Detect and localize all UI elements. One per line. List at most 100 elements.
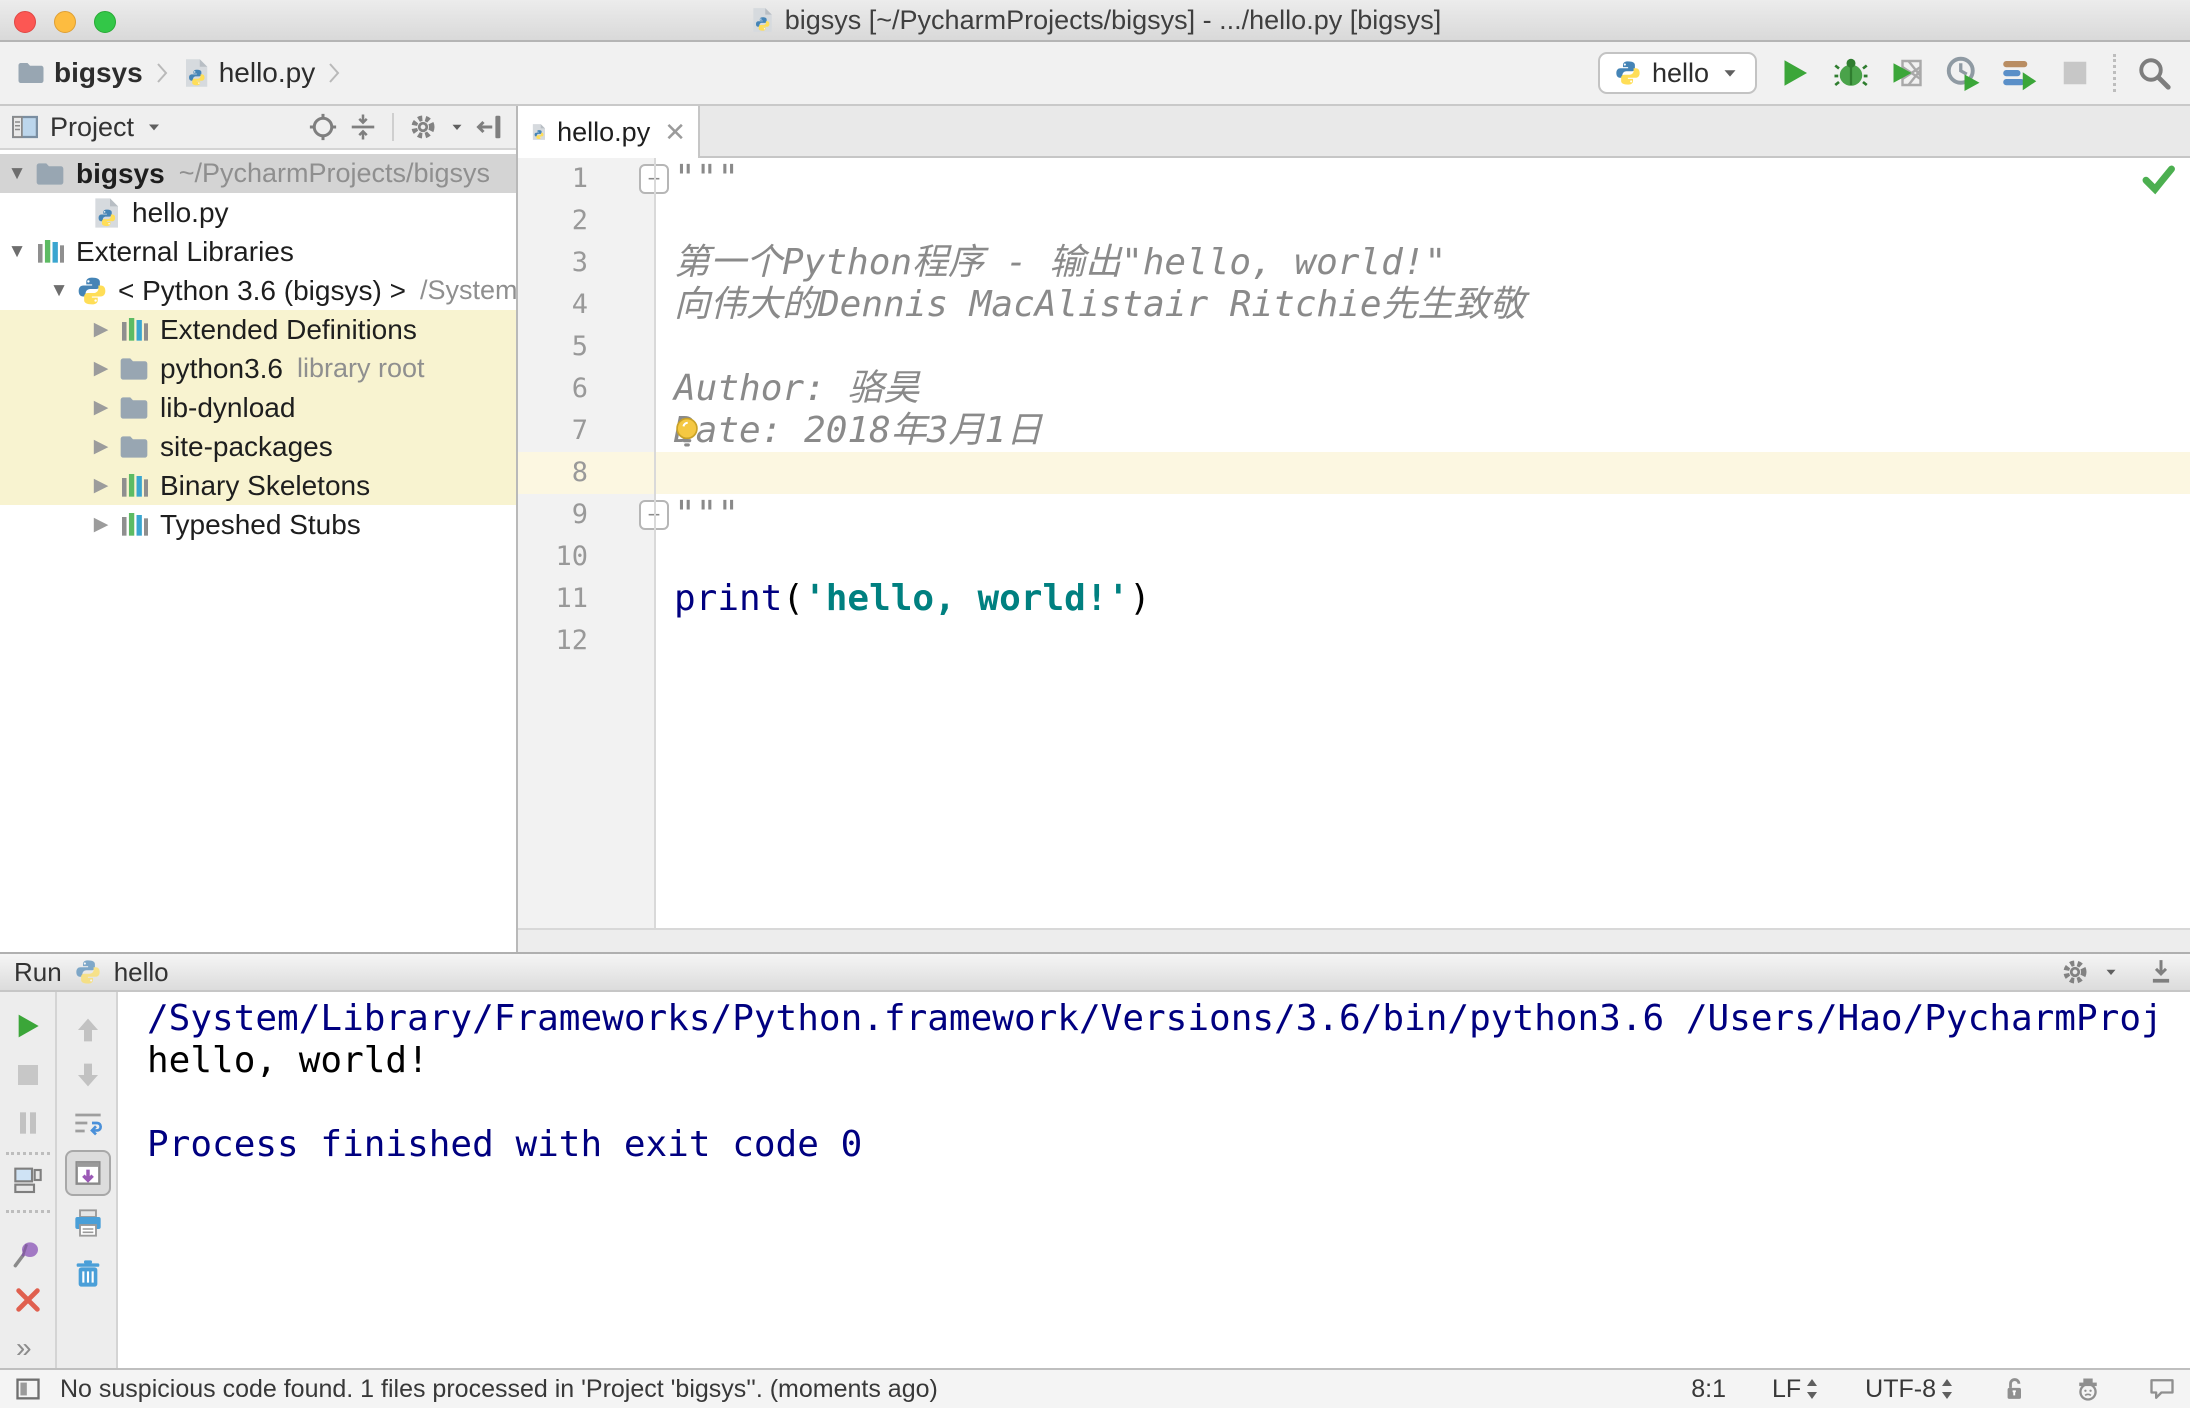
- code-line[interactable]: 12: [518, 620, 2190, 662]
- chevron-down-icon[interactable]: [144, 117, 164, 137]
- caret-position[interactable]: 8:1: [1691, 1375, 1726, 1404]
- minimize-window-button[interactable]: [54, 11, 76, 33]
- debug-button[interactable]: [1833, 55, 1869, 91]
- tree-item[interactable]: ▼ bigsys ~/PycharmProjects/bigsys: [0, 154, 516, 193]
- chevron-right-icon: [323, 56, 345, 90]
- run-with-coverage-button[interactable]: [1889, 55, 1925, 91]
- code-text: Date: 2018年3月1日: [674, 410, 1043, 451]
- tree-collapse-arrow[interactable]: ▶: [84, 357, 118, 380]
- print-button[interactable]: [72, 1207, 104, 1239]
- pin-tab-button[interactable]: [12, 1237, 44, 1269]
- project-panel-title[interactable]: Project: [50, 112, 134, 143]
- project-panel-header: Project: [0, 106, 516, 150]
- code-line[interactable]: 2: [518, 200, 2190, 242]
- tree-collapse-arrow[interactable]: ▶: [84, 318, 118, 341]
- tree-item[interactable]: ▼ < Python 3.6 (bigsys) > /System: [0, 271, 516, 310]
- run-panel-title[interactable]: Run: [14, 957, 62, 988]
- editor-content[interactable]: 1"""−23第一个Python程序 - 输出"hello, world!" 4 向…: [518, 158, 2190, 928]
- intention-bulb-icon[interactable]: [670, 414, 704, 450]
- settings-gear-button[interactable]: [408, 112, 438, 142]
- tree-expand-arrow[interactable]: ▼: [0, 241, 34, 263]
- toolbar-separator: [6, 1210, 50, 1213]
- more-options-button[interactable]: »: [16, 1332, 32, 1364]
- tree-item-label: bigsys: [76, 157, 165, 189]
- collapse-all-button[interactable]: [348, 112, 378, 142]
- restore-layout-button[interactable]: [12, 1164, 44, 1196]
- title-bar: bigsys [~/PycharmProjects/bigsys] - .../…: [0, 0, 2190, 42]
- stop-button: [2057, 55, 2093, 91]
- locate-file-button[interactable]: [308, 112, 338, 142]
- line-separator-select[interactable]: LF: [1772, 1375, 1819, 1404]
- library-icon: [118, 509, 150, 541]
- search-everywhere-button[interactable]: [2136, 55, 2172, 91]
- tree-item-hint: ~/PycharmProjects/bigsys: [178, 158, 491, 188]
- encoding-select[interactable]: UTF-8: [1865, 1375, 1954, 1404]
- highlighting-level-icon[interactable]: [2074, 1375, 2102, 1403]
- run-settings-gear-button[interactable]: [2060, 957, 2090, 987]
- window-controls: [14, 11, 116, 33]
- code-line[interactable]: 1"""−: [518, 158, 2190, 200]
- chevron-down-icon[interactable]: [2102, 963, 2120, 981]
- tree-item[interactable]: ▼ External Libraries: [0, 232, 516, 271]
- tree-item[interactable]: ▶ site-packages: [0, 427, 516, 466]
- concurrency-diagram-button[interactable]: [2001, 55, 2037, 91]
- close-panel-button[interactable]: [12, 1284, 44, 1316]
- code-text: 向伟大的Dennis MacAlistair Ritchie先生致敬: [674, 284, 1526, 325]
- gutter-divider: [654, 158, 656, 928]
- tab-hello-py[interactable]: hello.py ✕: [518, 106, 700, 158]
- chevron-down-icon[interactable]: [448, 118, 466, 136]
- code-line[interactable]: 3 第一个Python程序 - 输出"hello, world!": [518, 242, 2190, 284]
- code-line[interactable]: 10: [518, 536, 2190, 578]
- tree-expand-arrow[interactable]: ▼: [0, 163, 34, 185]
- line-number: 6: [571, 373, 588, 404]
- scroll-to-end-button[interactable]: [65, 1150, 111, 1196]
- zoom-window-button[interactable]: [94, 11, 116, 33]
- run-button[interactable]: [1777, 55, 1813, 91]
- tree-item[interactable]: ▶ Extended Definitions: [0, 310, 516, 349]
- status-bar: No suspicious code found. 1 files proces…: [0, 1368, 2190, 1408]
- inspection-ok-icon[interactable]: [2140, 160, 2176, 196]
- tree-expand-arrow[interactable]: ▼: [42, 280, 76, 302]
- tree-item[interactable]: hello.py: [0, 193, 516, 232]
- tree-item[interactable]: ▶ python3.6 library root: [0, 349, 516, 388]
- code-line[interactable]: 6 Author: 骆昊: [518, 368, 2190, 410]
- python-icon: [76, 275, 108, 307]
- close-window-button[interactable]: [14, 11, 36, 33]
- soft-wrap-button[interactable]: [72, 1107, 104, 1139]
- code-line[interactable]: 11 print('hello, world!'): [518, 578, 2190, 620]
- code-line[interactable]: 7 Date: 2018年3月1日: [518, 410, 2190, 452]
- tree-item[interactable]: ▶ Binary Skeletons: [0, 466, 516, 505]
- editor-scrollbar-strip[interactable]: [518, 928, 2190, 952]
- profile-button[interactable]: [1945, 55, 1981, 91]
- code-line[interactable]: 4 向伟大的Dennis MacAlistair Ritchie先生致敬: [518, 284, 2190, 326]
- folder-icon: [118, 353, 150, 385]
- code-line[interactable]: 8: [518, 452, 2190, 494]
- tool-windows-button[interactable]: [14, 1375, 42, 1403]
- prev-occurrence-button: [72, 1014, 104, 1046]
- tree-item[interactable]: ▶ Typeshed Stubs: [0, 505, 516, 544]
- run-configuration-select[interactable]: hello: [1597, 52, 1757, 94]
- hide-run-panel-button[interactable]: [2146, 957, 2176, 987]
- run-config-name: hello: [113, 956, 169, 987]
- breadcrumb-file[interactable]: hello.py: [219, 57, 316, 89]
- tree-collapse-arrow[interactable]: ▶: [84, 474, 118, 497]
- clear-console-button[interactable]: [72, 1258, 104, 1290]
- tree-collapse-arrow[interactable]: ▶: [84, 513, 118, 536]
- code-line[interactable]: 5: [518, 326, 2190, 368]
- write-access-lock-icon[interactable]: [2000, 1375, 2028, 1403]
- event-log-icon[interactable]: [2148, 1375, 2176, 1403]
- tree-collapse-arrow[interactable]: ▶: [84, 435, 118, 458]
- toolbar-separator: [6, 1152, 50, 1155]
- pycharm-window: bigsys [~/PycharmProjects/bigsys] - .../…: [0, 0, 2190, 1408]
- tree-collapse-arrow[interactable]: ▶: [84, 396, 118, 419]
- hide-panel-button[interactable]: [476, 112, 506, 142]
- breadcrumb-project[interactable]: bigsys: [54, 57, 143, 89]
- tree-item[interactable]: ▶ lib-dynload: [0, 388, 516, 427]
- folder-icon: [118, 392, 150, 424]
- line-number: 4: [571, 289, 588, 320]
- code-line[interactable]: 9"""−: [518, 494, 2190, 536]
- rerun-button[interactable]: [12, 1010, 44, 1042]
- close-tab-icon[interactable]: ✕: [664, 117, 686, 148]
- console-output[interactable]: /System/Library/Frameworks/Python.framew…: [119, 992, 2190, 1368]
